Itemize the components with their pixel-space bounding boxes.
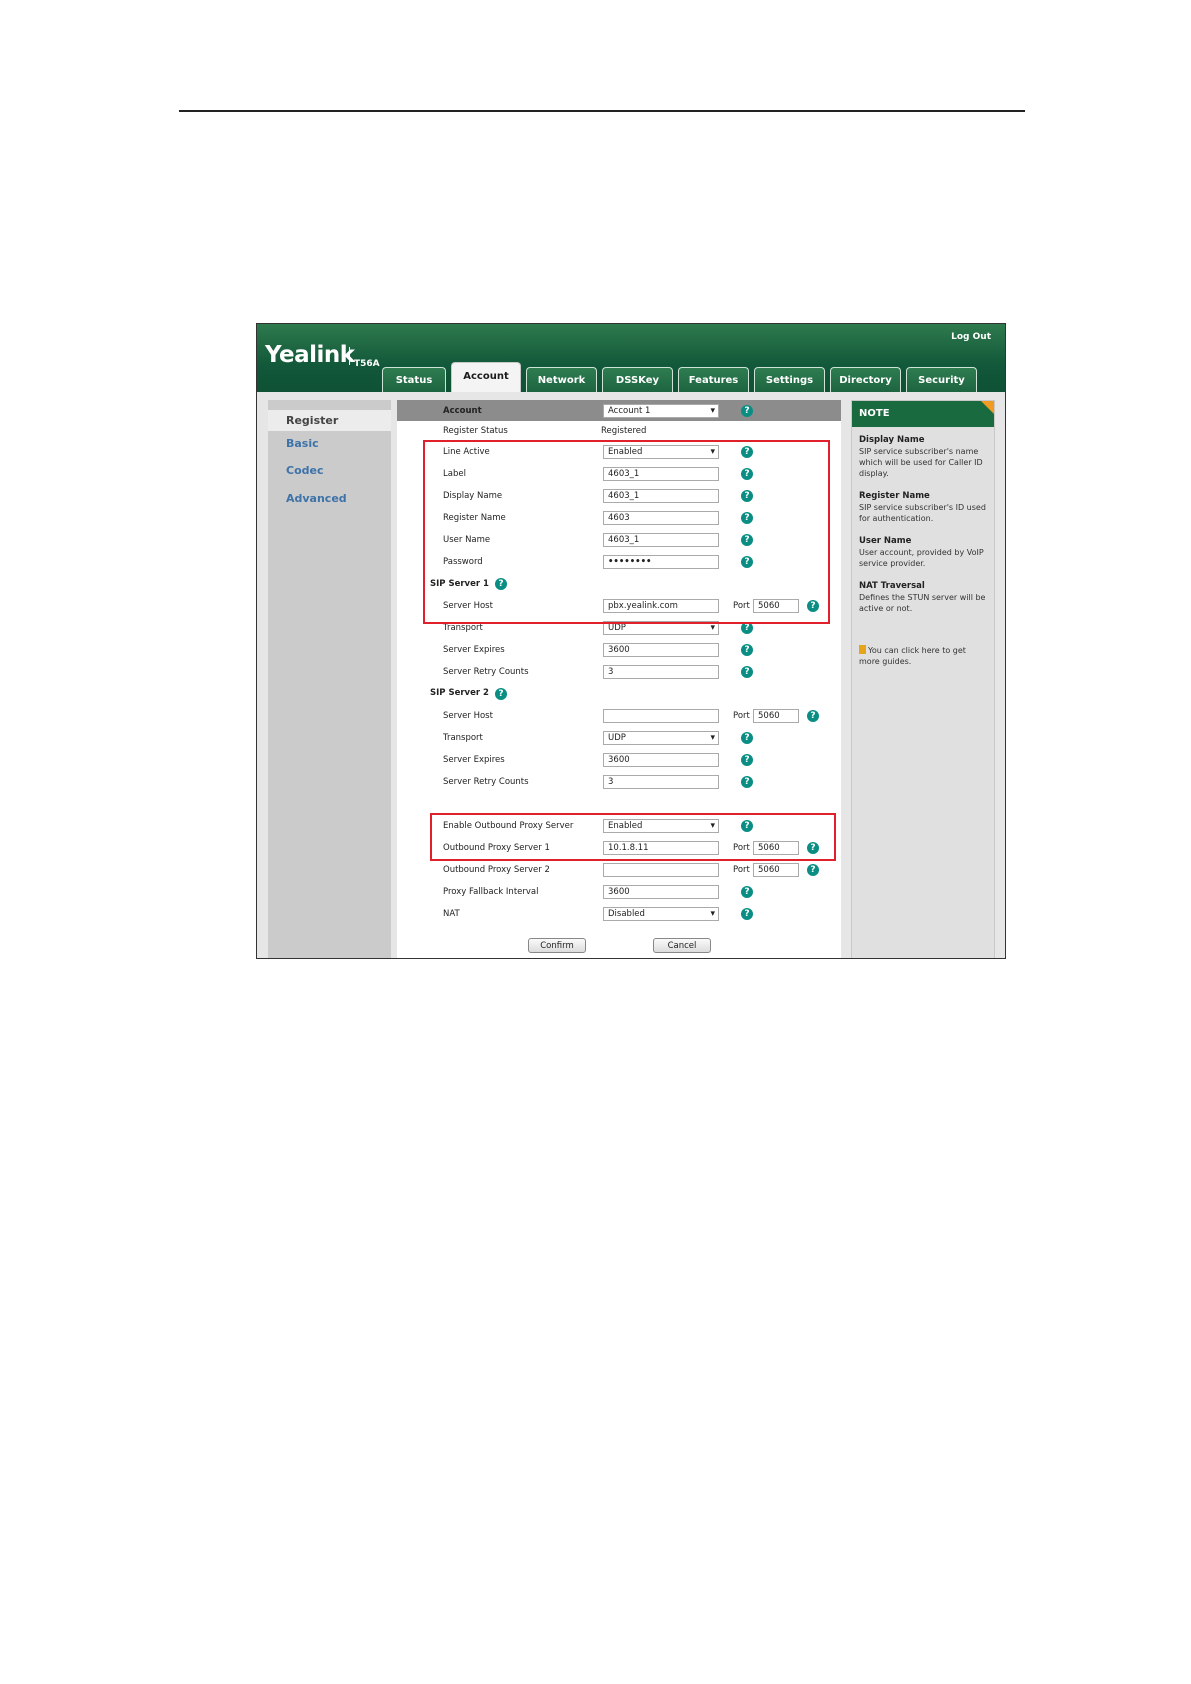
note-display-name-title: Display Name bbox=[859, 435, 925, 445]
sip1-expires-label: Server Expires bbox=[443, 645, 505, 655]
sip2-server-host-label: Server Host bbox=[443, 711, 493, 721]
header-bar: Log Out Yealink T56A Status Account Netw… bbox=[257, 324, 1005, 392]
help-icon[interactable]: ? bbox=[741, 666, 753, 678]
logout-link[interactable]: Log Out bbox=[951, 332, 991, 342]
sip1-expires-input[interactable]: 3600 bbox=[603, 643, 719, 657]
note-register-name-title: Register Name bbox=[859, 491, 930, 501]
register-form: Account Account 1 ? Register Status Regi… bbox=[397, 400, 841, 958]
register-status-value: Registered bbox=[601, 426, 647, 436]
sip1-retry-label: Server Retry Counts bbox=[443, 667, 529, 677]
highlight-box-account bbox=[423, 440, 830, 624]
note-display-name-text: SIP service subscriber's name which will… bbox=[859, 447, 983, 478]
highlight-box-proxy bbox=[430, 813, 836, 861]
outbound-proxy-2-label: Outbound Proxy Server 2 bbox=[443, 865, 550, 875]
help-icon[interactable]: ? bbox=[741, 754, 753, 766]
tab-directory[interactable]: Directory bbox=[830, 367, 901, 392]
help-icon[interactable]: ? bbox=[741, 405, 753, 417]
tab-account[interactable]: Account bbox=[451, 362, 521, 392]
sidebar: Register Basic Codec Advanced bbox=[268, 400, 391, 958]
outbound-proxy-2-port-input[interactable]: 5060 bbox=[753, 863, 799, 877]
help-icon[interactable]: ? bbox=[495, 688, 507, 700]
note-register-name-text: SIP service subscriber's ID used for aut… bbox=[859, 503, 986, 523]
proxy-fallback-input[interactable]: 3600 bbox=[603, 885, 719, 899]
note-title: NOTE bbox=[852, 401, 994, 427]
cancel-button[interactable]: Cancel bbox=[653, 938, 711, 953]
account-select[interactable]: Account 1 bbox=[603, 404, 719, 418]
note-nat-traversal-text: Defines the STUN server will be active o… bbox=[859, 593, 986, 613]
tab-network[interactable]: Network bbox=[526, 367, 597, 392]
help-icon[interactable]: ? bbox=[741, 908, 753, 920]
sip2-expires-label: Server Expires bbox=[443, 755, 505, 765]
help-icon[interactable]: ? bbox=[807, 710, 819, 722]
confirm-button[interactable]: Confirm bbox=[528, 938, 586, 953]
nat-label: NAT bbox=[443, 909, 460, 919]
sip1-transport-label: Transport bbox=[443, 623, 483, 633]
sip1-retry-input[interactable]: 3 bbox=[603, 665, 719, 679]
port-label: Port bbox=[733, 711, 750, 721]
nat-select[interactable]: Disabled bbox=[603, 907, 719, 921]
note-user-name-text: User account, provided by VoIP service p… bbox=[859, 548, 984, 568]
guide-link[interactable]: You can click here to get more guides. bbox=[859, 645, 987, 667]
tab-features[interactable]: Features bbox=[678, 367, 749, 392]
page-top-rule bbox=[179, 110, 1025, 112]
help-icon[interactable]: ? bbox=[741, 644, 753, 656]
sip2-retry-input[interactable]: 3 bbox=[603, 775, 719, 789]
sip2-retry-label: Server Retry Counts bbox=[443, 777, 529, 787]
tab-settings[interactable]: Settings bbox=[754, 367, 825, 392]
sidebar-item-codec[interactable]: Codec bbox=[268, 464, 391, 477]
help-icon[interactable]: ? bbox=[741, 732, 753, 744]
sip2-transport-label: Transport bbox=[443, 733, 483, 743]
sip2-server-host-input[interactable] bbox=[603, 709, 719, 723]
note-corner-accent bbox=[981, 401, 994, 414]
port-label: Port bbox=[733, 865, 750, 875]
model-name: T56A bbox=[354, 359, 380, 369]
sidebar-item-basic[interactable]: Basic bbox=[268, 437, 391, 450]
sidebar-item-advanced[interactable]: Advanced bbox=[268, 492, 391, 505]
note-user-name-title: User Name bbox=[859, 536, 912, 546]
tab-security[interactable]: Security bbox=[906, 367, 977, 392]
tab-status[interactable]: Status bbox=[382, 367, 446, 392]
help-icon[interactable]: ? bbox=[807, 864, 819, 876]
sip2-transport-select[interactable]: UDP bbox=[603, 731, 719, 745]
sip2-expires-input[interactable]: 3600 bbox=[603, 753, 719, 767]
help-icon[interactable]: ? bbox=[741, 776, 753, 788]
yealink-web-ui: Log Out Yealink T56A Status Account Netw… bbox=[256, 323, 1006, 959]
account-label: Account bbox=[443, 406, 482, 416]
register-status-label: Register Status bbox=[443, 426, 508, 436]
sip-server-2-title: SIP Server 2 bbox=[430, 688, 489, 698]
book-icon bbox=[859, 645, 866, 654]
sidebar-item-register[interactable]: Register bbox=[268, 410, 391, 431]
outbound-proxy-2-input[interactable] bbox=[603, 863, 719, 877]
proxy-fallback-label: Proxy Fallback Interval bbox=[443, 887, 539, 897]
tab-dsskey[interactable]: DSSKey bbox=[602, 367, 673, 392]
logo-divider bbox=[349, 347, 350, 365]
help-icon[interactable]: ? bbox=[741, 886, 753, 898]
note-nat-traversal-title: NAT Traversal bbox=[859, 581, 925, 591]
note-panel: NOTE Display Name SIP service subscriber… bbox=[851, 400, 995, 958]
yealink-logo: Yealink bbox=[265, 342, 355, 368]
guide-link-text[interactable]: You can click here to get more guides. bbox=[859, 646, 966, 666]
sip2-port-input[interactable]: 5060 bbox=[753, 709, 799, 723]
